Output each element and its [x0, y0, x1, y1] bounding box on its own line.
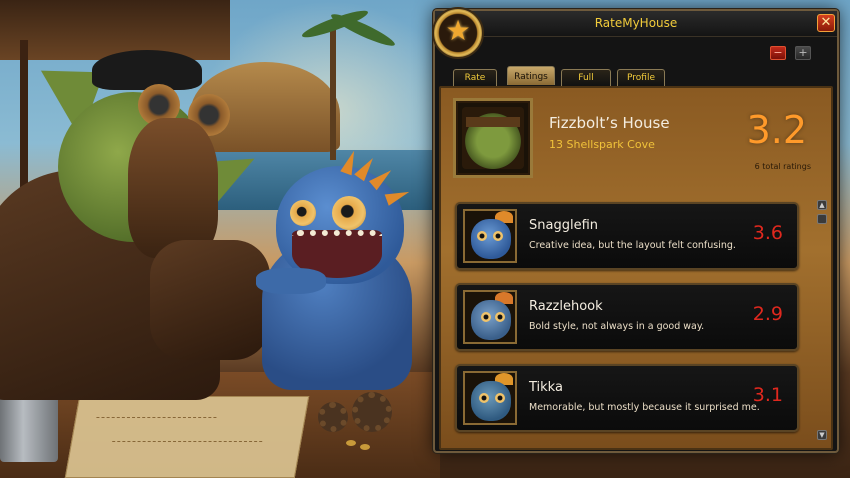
rating-card[interactable]: Tikka Memorable, but mostly because it s… — [455, 364, 799, 432]
expand-button[interactable]: + — [795, 46, 811, 60]
murloc-eye — [290, 200, 316, 226]
star-icon: ★ — [445, 14, 471, 47]
coin — [360, 444, 370, 450]
house-name: Fizzbolt’s House — [549, 114, 670, 132]
tab-ratings[interactable]: Ratings — [507, 66, 555, 85]
window-title: RateMyHouse — [594, 16, 678, 30]
rater-comment: Memorable, but mostly because it surpris… — [529, 402, 760, 413]
overall-score: 3.2 — [746, 108, 807, 152]
palm-trunk — [330, 20, 336, 160]
title-bar[interactable]: RateMyHouse ✕ — [435, 11, 837, 37]
rater-comment: Bold style, not always in a good way. — [529, 321, 705, 332]
house-owner-portrait — [453, 98, 533, 178]
treasure-map — [64, 396, 310, 478]
scroll-down-button[interactable]: ▼ — [817, 430, 827, 440]
rater-portrait — [463, 290, 517, 344]
rater-name: Snagglefin — [529, 218, 598, 233]
coin — [346, 440, 356, 446]
rating-card[interactable]: Razzlehook Bold style, not always in a g… — [455, 283, 799, 351]
goblin-facepalm-hand — [128, 118, 218, 258]
rater-score: 2.9 — [752, 303, 783, 325]
close-icon: ✕ — [820, 15, 832, 30]
scroll-thumb[interactable] — [817, 214, 827, 224]
house-header: Fizzbolt’s House 13 Shellspark Cove 3.2 … — [453, 96, 823, 182]
gear — [352, 392, 392, 432]
scroll-down-icon: ▼ — [819, 431, 825, 439]
murloc-eye — [332, 196, 366, 230]
scroll-up-button[interactable]: ▲ — [817, 200, 827, 210]
roof-beams — [0, 0, 230, 60]
plus-icon: + — [798, 46, 808, 59]
rater-portrait — [463, 209, 517, 263]
addon-badge: ★ — [432, 7, 484, 59]
ratings-panel: Fizzbolt’s House 13 Shellspark Cove 3.2 … — [439, 86, 833, 450]
total-ratings: 6 total ratings — [754, 162, 811, 171]
close-button[interactable]: ✕ — [817, 14, 835, 32]
minimize-button[interactable]: − — [770, 46, 786, 60]
minus-icon: − — [773, 46, 783, 59]
rater-name: Tikka — [529, 380, 563, 395]
house-address: 13 Shellspark Cove — [549, 138, 655, 151]
rater-score: 3.6 — [752, 222, 783, 244]
ratemyhouse-window: RateMyHouse ✕ ★ − + Rate Ratings Full Re… — [432, 7, 839, 453]
tab-profile[interactable]: Profile — [617, 69, 665, 86]
rating-card[interactable]: Snagglefin Creative idea, but the layout… — [455, 202, 799, 270]
rater-name: Razzlehook — [529, 299, 603, 314]
tab-rate[interactable]: Rate — [453, 69, 497, 86]
tab-full-review[interactable]: Full Review — [561, 69, 611, 99]
goblin-arm — [150, 240, 270, 360]
murloc-pointing-hand — [256, 268, 326, 294]
rater-portrait — [463, 371, 517, 425]
rater-comment: Creative idea, but the layout felt confu… — [529, 240, 736, 251]
gear — [318, 402, 348, 432]
rater-score: 3.1 — [752, 384, 783, 406]
scroll-up-icon: ▲ — [819, 201, 825, 209]
